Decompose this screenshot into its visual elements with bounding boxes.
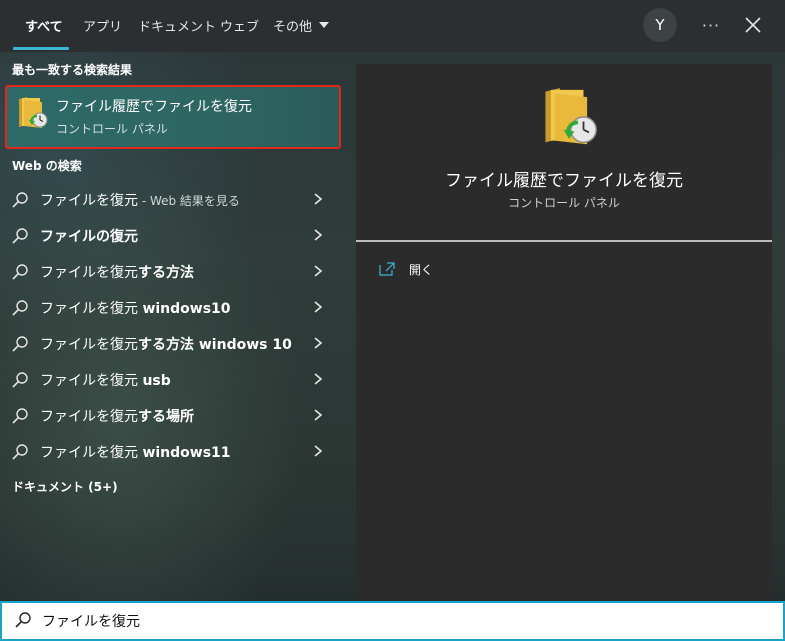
suggestion-query: ファイルを復元 <box>40 445 143 461</box>
suggestion-completion: する場所 <box>138 409 194 425</box>
tab-all[interactable]: すべて <box>25 0 63 50</box>
tab-label: ウェブ <box>220 19 260 35</box>
suggestion-text: ファイルを復元 - Web 結果を見る <box>40 190 240 210</box>
chevron-right-icon <box>314 409 323 421</box>
open-action[interactable]: 開く <box>378 260 578 280</box>
preview-pane: ファイル履歴でファイルを復元 コントロール パネル 開く <box>356 64 772 600</box>
search-icon <box>15 612 31 628</box>
more-icon: ··· <box>701 15 721 35</box>
tab-label: すべて <box>25 19 63 35</box>
chevron-right-icon <box>314 229 323 241</box>
suggestion-query: ファイルを復元 <box>40 265 138 281</box>
tab-label: その他 <box>273 19 313 35</box>
preview-subtitle: コントロール パネル <box>508 196 620 210</box>
suggestion-text: ファイルを復元 windows10 <box>40 298 231 318</box>
more-options-button[interactable]: ··· <box>697 10 725 40</box>
search-icon <box>12 336 28 352</box>
close-button[interactable] <box>740 12 766 38</box>
avatar-letter: Y <box>655 16 665 34</box>
web-suggestion-item[interactable]: ファイルを復元する方法 <box>0 253 342 289</box>
account-avatar[interactable]: Y <box>643 8 677 42</box>
divider <box>356 240 772 242</box>
web-suggestion-item[interactable]: ファイルを復元する場所 <box>0 397 342 433</box>
suggestion-text: ファイルを復元 usb <box>40 370 171 390</box>
suggestion-completion: windows10 <box>142 301 231 317</box>
tab-apps[interactable]: アプリ <box>83 0 122 50</box>
open-label: 開く <box>409 263 434 277</box>
suggestion-text: ファイルを復元する方法 windows 10 <box>40 334 292 354</box>
web-suggestion-item[interactable]: ファイルを復元 windows10 <box>0 289 342 325</box>
file-history-folder-icon <box>19 97 48 128</box>
tab-label: ドキュメント <box>138 19 217 35</box>
chevron-right-icon <box>314 373 323 385</box>
suggestion-completion: ファイルの復元 <box>40 229 138 245</box>
web-suggestion-item[interactable]: ファイルを復元 - Web 結果を見る <box>0 181 342 217</box>
open-icon <box>379 262 395 276</box>
web-search-heading: Web の検索 <box>12 159 82 173</box>
search-input[interactable] <box>42 607 742 635</box>
suggestion-query: ファイルを復元 <box>40 373 143 389</box>
suggestion-text: ファイルの復元 <box>40 226 138 246</box>
best-match-result[interactable]: ファイル履歴でファイルを復元 コントロール パネル <box>5 85 341 149</box>
best-match-subtitle: コントロール パネル <box>56 122 168 136</box>
search-icon <box>12 372 28 388</box>
chevron-right-icon <box>314 445 323 457</box>
tab-documents[interactable]: ドキュメント <box>138 0 216 50</box>
suggestion-query: ファイルを復元 <box>40 409 138 425</box>
chevron-right-icon <box>314 301 323 313</box>
search-icon <box>12 408 28 424</box>
chevron-right-icon <box>314 265 323 277</box>
suggestion-query: ファイルを復元 <box>40 193 138 209</box>
web-suggestion-item[interactable]: ファイルを復元 usb <box>0 361 342 397</box>
search-icon <box>12 192 28 208</box>
suggestion-query: ファイルを復元 <box>40 337 138 353</box>
documents-heading[interactable]: ドキュメント (5+) <box>12 478 118 495</box>
search-box[interactable] <box>0 601 785 641</box>
tab-web[interactable]: ウェブ <box>220 0 259 50</box>
chevron-right-icon <box>314 193 323 205</box>
suggestion-text: ファイルを復元する方法 <box>40 262 194 282</box>
search-icon <box>12 300 28 316</box>
web-suggestion-item[interactable]: ファイルの復元 <box>0 217 342 253</box>
tab-more-dropdown[interactable]: その他 <box>273 0 330 50</box>
suggestion-text: ファイルを復元 windows11 <box>40 442 231 462</box>
file-history-folder-icon <box>545 88 597 145</box>
chevron-down-icon <box>319 22 330 28</box>
suggestion-hint: - Web 結果を見る <box>138 194 240 208</box>
suggestion-completion: windows11 <box>142 445 231 461</box>
suggestion-completion: する方法 windows 10 <box>138 337 292 353</box>
web-suggestion-item[interactable]: ファイルを復元 windows11 <box>0 433 342 469</box>
tab-label: アプリ <box>83 19 123 35</box>
suggestion-completion: する方法 <box>138 265 194 281</box>
chevron-right-icon <box>314 337 323 349</box>
suggestion-completion: usb <box>142 373 171 389</box>
suggestion-query: ファイルを復元 <box>40 301 143 317</box>
search-icon <box>12 264 28 280</box>
close-icon <box>745 17 761 33</box>
best-match-title: ファイル履歴でファイルを復元 <box>56 99 252 115</box>
preview-title: ファイル履歴でファイルを復元 <box>445 171 683 191</box>
web-suggestion-item[interactable]: ファイルを復元する方法 windows 10 <box>0 325 342 361</box>
best-match-heading: 最も一致する検索結果 <box>12 63 133 77</box>
search-window: すべて アプリ ドキュメント ウェブ その他 Y ··· 最も一致する検索結果 <box>0 0 785 641</box>
active-tab-indicator <box>13 47 69 50</box>
suggestion-text: ファイルを復元する場所 <box>40 406 194 426</box>
search-icon <box>12 228 28 244</box>
header-bar: すべて アプリ ドキュメント ウェブ その他 Y ··· <box>0 0 785 52</box>
search-icon <box>12 444 28 460</box>
